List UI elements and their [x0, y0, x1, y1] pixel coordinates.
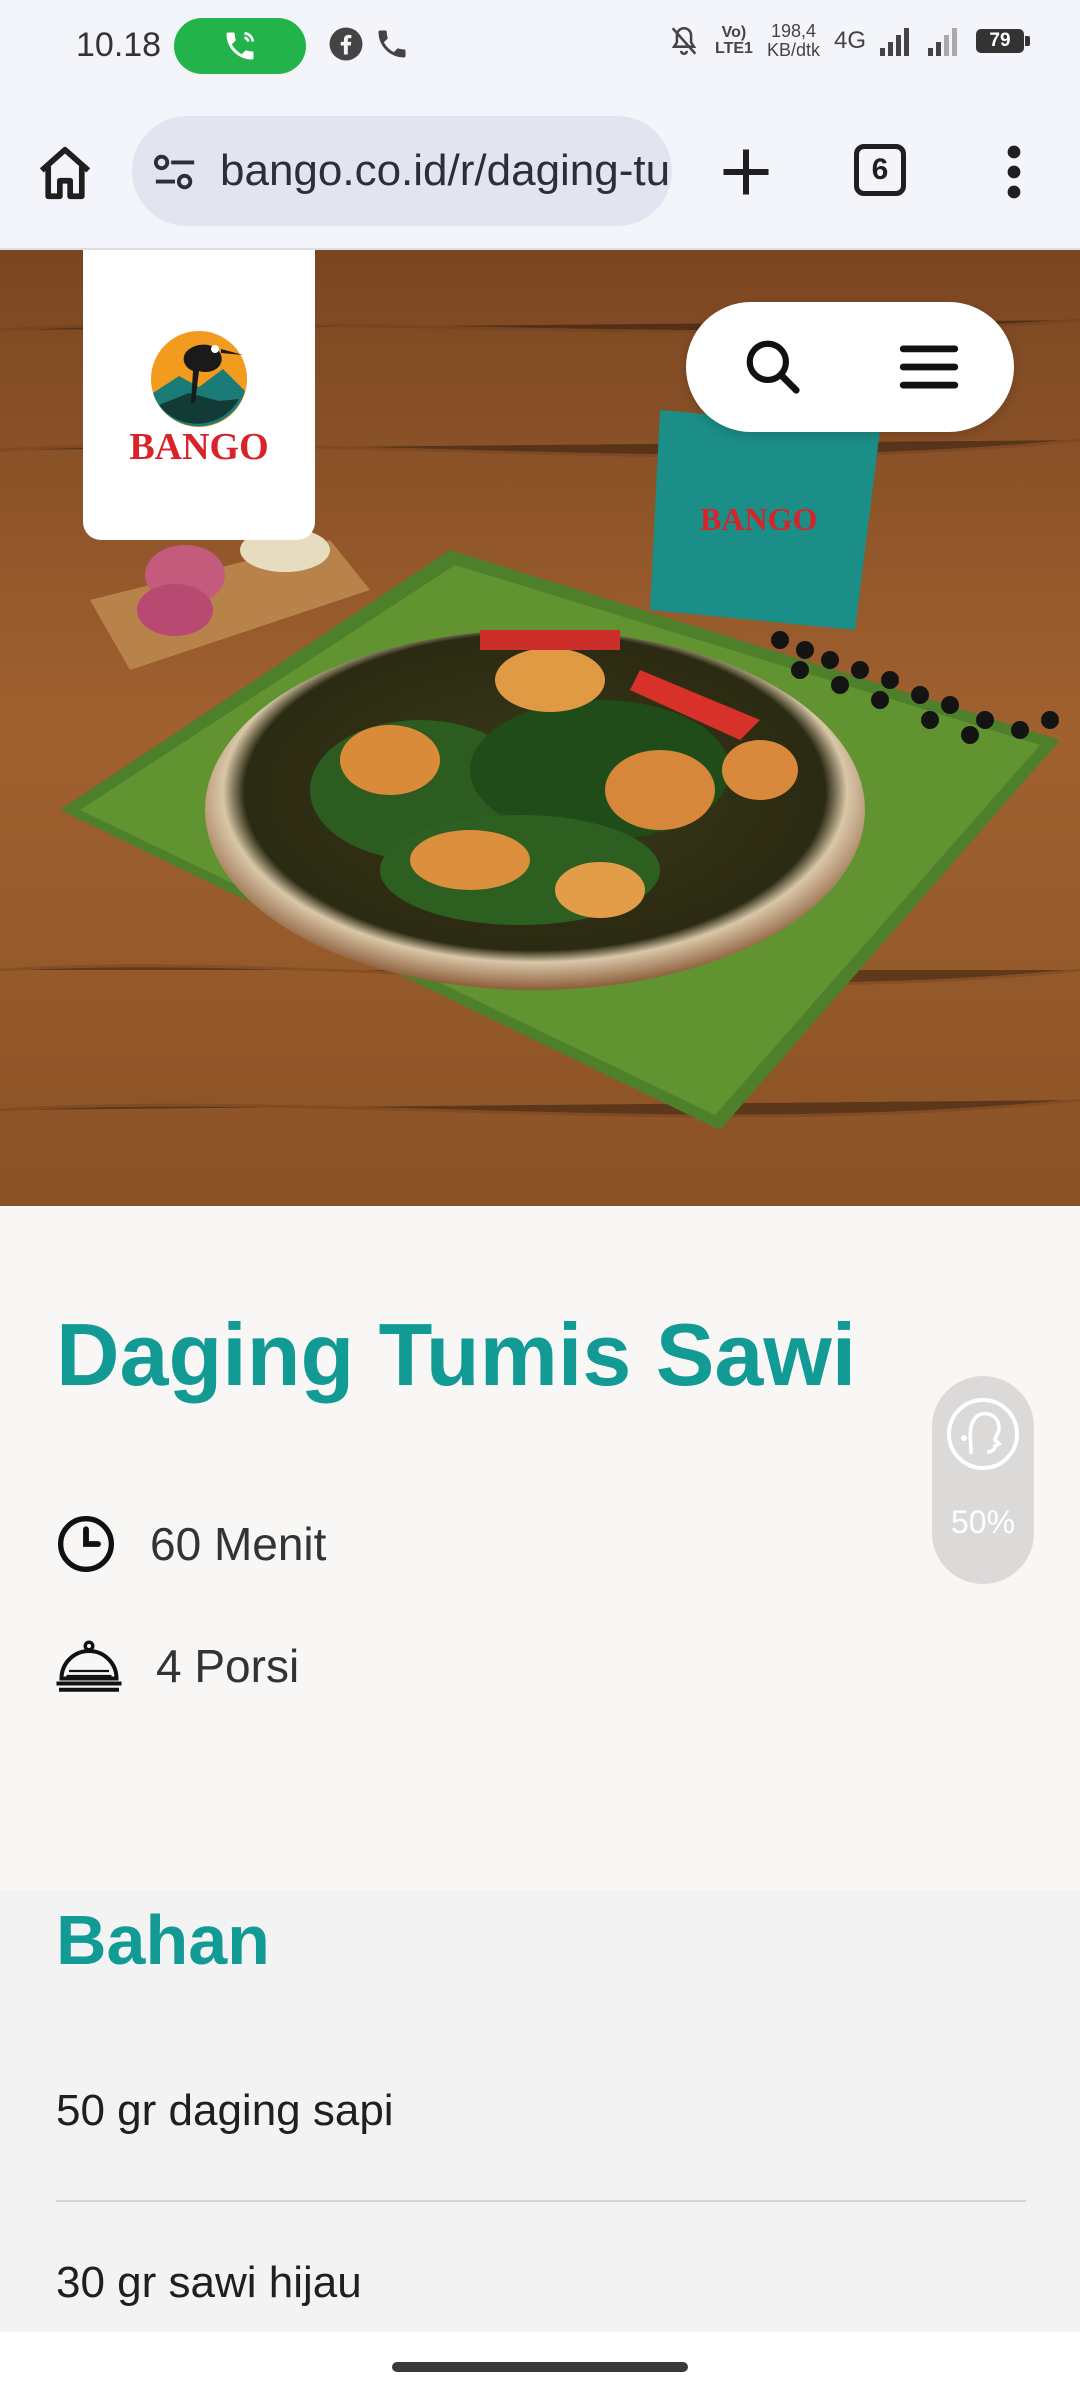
- accessibility-level: 50%: [950, 1504, 1016, 1540]
- address-bar[interactable]: bango.co.id/r/daging-tumis-sawi: [132, 116, 672, 226]
- speed-value: 198,4: [770, 21, 816, 41]
- data-speed: 198,4 KB/dtk: [767, 22, 820, 60]
- serving-cloche-icon: [56, 1640, 122, 1692]
- battery-icon: 79: [976, 29, 1030, 53]
- hamburger-menu-icon[interactable]: [898, 340, 960, 394]
- facebook-icon: [329, 27, 363, 61]
- recipe-title: Daging Tumis Sawi: [56, 1305, 857, 1404]
- bango-bird-emblem-icon: [151, 331, 247, 427]
- accessibility-face-icon: [947, 1398, 1019, 1470]
- portions-row: 4 Porsi: [54, 1636, 299, 1696]
- network-type: 4G: [833, 27, 866, 54]
- ingredient-divider: [56, 2200, 1026, 2202]
- phone-icon: [378, 30, 406, 58]
- status-right-group: Vo) LTE1 198,4 KB/dtk 4G 79: [667, 22, 1030, 60]
- status-bar: 10.18 Vo) LTE1 198,4 KB/dtk 4G 79: [0, 0, 1080, 96]
- new-tab-icon[interactable]: [716, 142, 776, 202]
- duration-row: 60 Menit: [54, 1512, 326, 1576]
- site-settings-icon[interactable]: [152, 152, 198, 192]
- url-text[interactable]: bango.co.id/r/daging-tumis-sawi: [220, 146, 672, 196]
- phone-call-icon: [226, 31, 255, 60]
- mute-notification-icon: [671, 26, 697, 55]
- signal-strength-icon: [880, 28, 909, 56]
- volte-label: Vo) LTE1: [714, 24, 753, 57]
- home-gesture-handle[interactable]: [392, 2362, 688, 2372]
- recipe-duration: 60 Menit: [150, 1518, 327, 1570]
- ingredient-item: 30 gr sawi hijau: [56, 2258, 362, 2307]
- recipe-hero-image: BANGO BANGO: [0, 250, 1080, 1206]
- ingredients-section: Bahan 50 gr daging sapi 30 gr sawi hijau: [0, 1890, 1080, 2332]
- site-nav-pill: [686, 302, 1014, 432]
- ingredients-heading: Bahan: [56, 1901, 270, 1979]
- status-time: 10.18: [76, 26, 162, 64]
- tab-count: 6: [871, 153, 889, 186]
- browser-toolbar: bango.co.id/r/daging-tumis-sawi 6: [0, 96, 1080, 250]
- recipe-summary: Daging Tumis Sawi 60 Menit 4 Porsi 50%: [0, 1206, 1080, 1890]
- recipe-portions: 4 Porsi: [156, 1640, 300, 1692]
- signal-strength-sim2-icon: [928, 28, 957, 56]
- navigation-gesture-bar: [0, 2332, 1080, 2400]
- bango-logo-text: BANGO: [129, 426, 269, 468]
- ongoing-call-indicator[interactable]: [174, 18, 306, 74]
- tab-switcher-button[interactable]: 6: [854, 144, 906, 196]
- ingredient-item: 50 gr daging sapi: [56, 2086, 394, 2135]
- home-icon[interactable]: [34, 142, 96, 204]
- bango-logo[interactable]: BANGO: [83, 250, 315, 540]
- clock-icon: [58, 1516, 114, 1572]
- accessibility-widget[interactable]: 50%: [932, 1376, 1034, 1584]
- battery-level: 79: [989, 30, 1011, 51]
- search-icon[interactable]: [742, 336, 804, 398]
- speed-unit: KB/dtk: [766, 40, 820, 60]
- svg-text:BANGO: BANGO: [700, 501, 817, 537]
- more-options-icon[interactable]: [996, 144, 1032, 200]
